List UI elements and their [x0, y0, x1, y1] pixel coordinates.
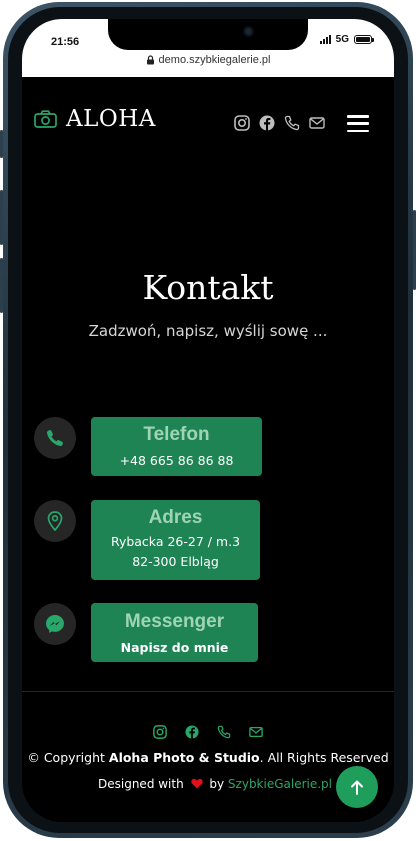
facebook-icon[interactable]	[259, 115, 275, 131]
mute-switch	[0, 130, 3, 158]
arrow-up-icon	[350, 780, 364, 795]
header-social-links	[234, 115, 325, 131]
page-title: Kontakt	[142, 268, 274, 307]
signal-icon	[319, 35, 331, 44]
camera-icon	[34, 110, 57, 128]
designer-link[interactable]: SzybkieGalerie.pl	[228, 777, 332, 791]
phone-icon[interactable]	[217, 725, 231, 739]
messenger-cta: Napisz do mnie	[120, 640, 229, 655]
status-time: 21:56	[51, 36, 80, 48]
copyright-text: © Copyright Aloha Photo & Studio. All Ri…	[22, 750, 394, 765]
footer-divider	[22, 691, 394, 692]
volume-down-button	[0, 258, 3, 313]
instagram-icon[interactable]	[234, 115, 250, 131]
facebook-icon[interactable]	[185, 725, 199, 739]
back-to-top-button[interactable]	[336, 766, 378, 808]
status-bar: 21:56 5G demo.szybkiegalerie.pl	[22, 19, 394, 77]
page-content: ALOHA Kontakt Zadzwoń, napisz, wyślij so…	[22, 77, 394, 822]
copyright-brand: Aloha Photo & Studio	[108, 750, 260, 765]
designed-by: by	[209, 777, 225, 791]
copyright-suffix: . All Rights Reserved	[259, 750, 389, 765]
contact-card-title: Adres	[148, 507, 203, 528]
battery-icon	[354, 35, 374, 44]
phone-number: +48 665 86 86 88	[119, 453, 234, 468]
page-subtitle: Zadzwoń, napisz, wyślij sowę ...	[88, 322, 328, 340]
lock-icon	[146, 55, 155, 65]
messenger-icon	[34, 603, 76, 645]
designed-prefix: Designed with	[98, 777, 184, 791]
heart-icon	[190, 778, 203, 789]
address-line-2: 82-300 Elbląg	[132, 554, 219, 569]
volume-up-button	[0, 190, 3, 245]
contact-card-phone[interactable]: Telefon +48 665 86 86 88	[91, 417, 262, 476]
contact-card-title: Telefon	[143, 424, 210, 445]
front-camera	[243, 26, 254, 37]
phone-screen: 21:56 5G demo.szybkiegalerie.pl ALOHA Ko…	[22, 19, 394, 822]
contact-card-address[interactable]: Adres Rybacka 26-27 / m.3 82-300 Elbląg	[91, 500, 260, 580]
address-bar[interactable]: demo.szybkiegalerie.pl	[22, 54, 394, 66]
mail-icon[interactable]	[249, 725, 263, 739]
site-logo[interactable]: ALOHA	[34, 106, 156, 132]
address-line-1: Rybacka 26-27 / m.3	[110, 534, 241, 549]
instagram-icon[interactable]	[153, 725, 167, 739]
url-text[interactable]: demo.szybkiegalerie.pl	[159, 54, 271, 66]
notch	[108, 19, 308, 50]
contact-card-messenger[interactable]: Messenger Napisz do mnie	[91, 603, 258, 662]
footer-social-links	[22, 725, 394, 739]
designed-with-text: Designed with by SzybkieGalerie.pl	[98, 777, 332, 791]
mail-icon[interactable]	[309, 115, 325, 131]
contact-card-title: Messenger	[124, 611, 225, 632]
phone-icon	[34, 417, 76, 459]
status-indicators: 5G	[319, 34, 374, 45]
menu-toggle-button[interactable]	[347, 115, 369, 132]
map-pin-icon	[34, 500, 76, 542]
copyright-prefix: © Copyright	[27, 750, 109, 765]
logo-text: ALOHA	[66, 106, 156, 132]
network-label: 5G	[335, 34, 349, 45]
phone-icon[interactable]	[284, 115, 300, 131]
